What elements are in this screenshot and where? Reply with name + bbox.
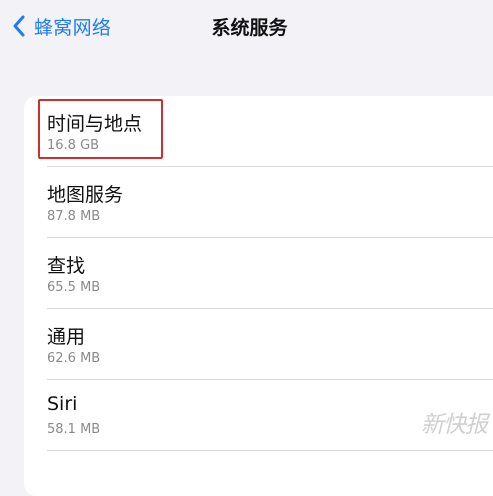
watermark: 新快报 [421, 412, 488, 438]
list-item-general[interactable]: 通用 62.6 MB [24, 309, 493, 380]
navigation-bar: 蜂窝网络 系统服务 [0, 0, 493, 54]
page-title: 系统服务 [211, 17, 288, 39]
list-item-title: 查找 [47, 255, 86, 277]
list-item-size: 65.5 MB [47, 280, 101, 295]
list-item-size: 87.8 MB [47, 209, 101, 224]
list-item-time-location[interactable]: 时间与地点 16.8 GB [24, 96, 493, 167]
list-item-title: 时间与地点 [47, 113, 143, 135]
list-item-size: 58.1 MB [47, 422, 101, 437]
list-item-size: 62.6 MB [47, 351, 101, 366]
list-item-size: 16.8 GB [47, 138, 100, 153]
list-item-maps[interactable]: 地图服务 87.8 MB [24, 167, 493, 238]
list-item-title: 地图服务 [47, 184, 124, 206]
list-item-find-my[interactable]: 查找 65.5 MB [24, 238, 493, 309]
separator [47, 450, 493, 451]
list-item-title: Siri [47, 393, 78, 415]
list-item-title: 通用 [47, 326, 86, 348]
